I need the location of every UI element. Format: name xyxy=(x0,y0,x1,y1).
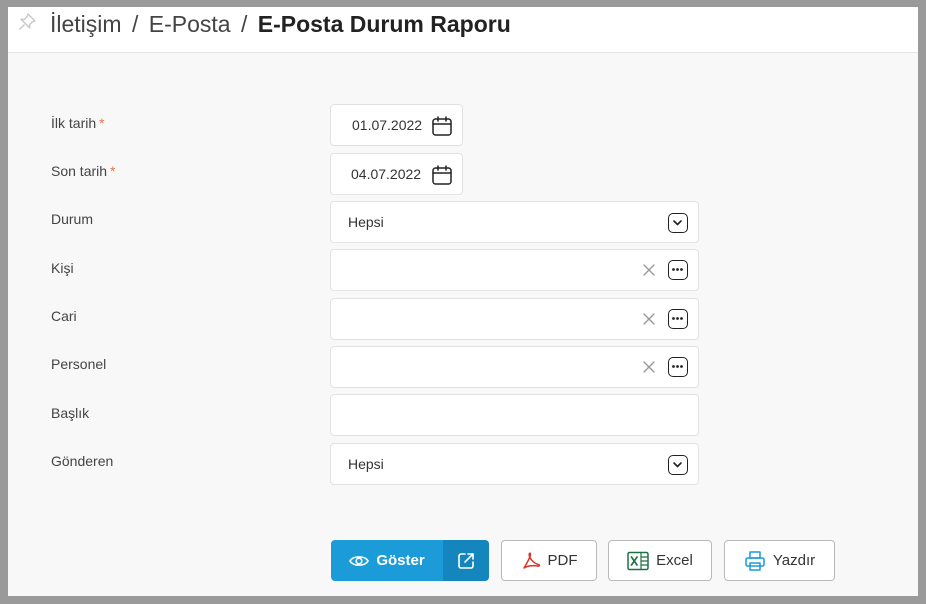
pdf-button-label: PDF xyxy=(547,552,578,569)
printer-icon xyxy=(744,550,766,572)
clear-icon[interactable] xyxy=(642,263,656,277)
breadcrumb-separator: / xyxy=(240,11,248,37)
breadcrumb-separator: / xyxy=(131,11,139,37)
start-date-value[interactable]: 01.07.2022 xyxy=(352,117,422,133)
required-mark: * xyxy=(99,115,105,131)
chevron-down-icon[interactable] xyxy=(668,455,688,475)
breadcrumb-item-iletisim[interactable]: İletişim xyxy=(50,11,122,37)
sender-label: Gönderen xyxy=(51,453,114,469)
subject-label: Başlık xyxy=(51,405,90,421)
more-options-icon[interactable] xyxy=(668,260,688,280)
show-button[interactable]: Göster xyxy=(331,540,443,581)
clear-icon[interactable] xyxy=(642,312,656,326)
excel-button[interactable]: Excel xyxy=(608,540,712,581)
end-date-label-text: Son tarih xyxy=(51,163,108,179)
person-label: Kişi xyxy=(51,260,74,276)
open-new-window-button[interactable] xyxy=(443,540,489,581)
sender-value[interactable]: Hepsi xyxy=(348,456,384,472)
clear-icon[interactable] xyxy=(642,360,656,374)
start-date-label-text: İlk tarih xyxy=(51,115,97,131)
end-date-label: Son tarih * xyxy=(51,163,116,179)
pin-icon[interactable] xyxy=(17,12,37,32)
required-mark: * xyxy=(110,163,116,179)
status-label: Durum xyxy=(51,211,94,227)
breadcrumb-item-eposta[interactable]: E-Posta xyxy=(149,11,231,37)
status-select[interactable]: Hepsi xyxy=(330,201,699,243)
show-button-label: Göster xyxy=(376,552,425,569)
page-title: E-Posta Durum Raporu xyxy=(257,11,511,37)
external-link-icon xyxy=(458,552,474,569)
end-date-value[interactable]: 04.07.2022 xyxy=(351,166,421,182)
print-button-label: Yazdır xyxy=(772,552,816,569)
excel-button-label: Excel xyxy=(656,552,693,569)
chevron-down-icon[interactable] xyxy=(668,213,688,233)
excel-icon xyxy=(627,551,649,571)
more-options-icon[interactable] xyxy=(668,357,688,377)
report-window: İletişim / E-Posta / E-Posta Durum Rapor… xyxy=(8,7,918,596)
account-label: Cari xyxy=(51,308,77,324)
calendar-icon[interactable] xyxy=(431,115,453,137)
pdf-button[interactable]: PDF xyxy=(501,540,597,581)
more-options-icon[interactable] xyxy=(668,309,688,329)
breadcrumb: İletişim / E-Posta / E-Posta Durum Rapor… xyxy=(50,10,511,38)
start-date-field[interactable]: 01.07.2022 xyxy=(330,104,463,146)
pdf-icon xyxy=(521,551,541,571)
print-button[interactable]: Yazdır xyxy=(724,540,835,581)
eye-icon xyxy=(349,554,370,568)
start-date-label: İlk tarih * xyxy=(51,115,105,131)
staff-label: Personel xyxy=(51,356,107,372)
subject-input[interactable] xyxy=(330,394,699,436)
account-lookup[interactable] xyxy=(330,298,699,340)
status-value[interactable]: Hepsi xyxy=(348,214,384,230)
person-lookup[interactable] xyxy=(330,249,699,291)
end-date-field[interactable]: 04.07.2022 xyxy=(330,153,463,195)
staff-lookup[interactable] xyxy=(330,346,699,388)
page-header: İletişim / E-Posta / E-Posta Durum Rapor… xyxy=(8,7,918,53)
sender-select[interactable]: Hepsi xyxy=(330,443,699,485)
calendar-icon[interactable] xyxy=(431,164,453,186)
